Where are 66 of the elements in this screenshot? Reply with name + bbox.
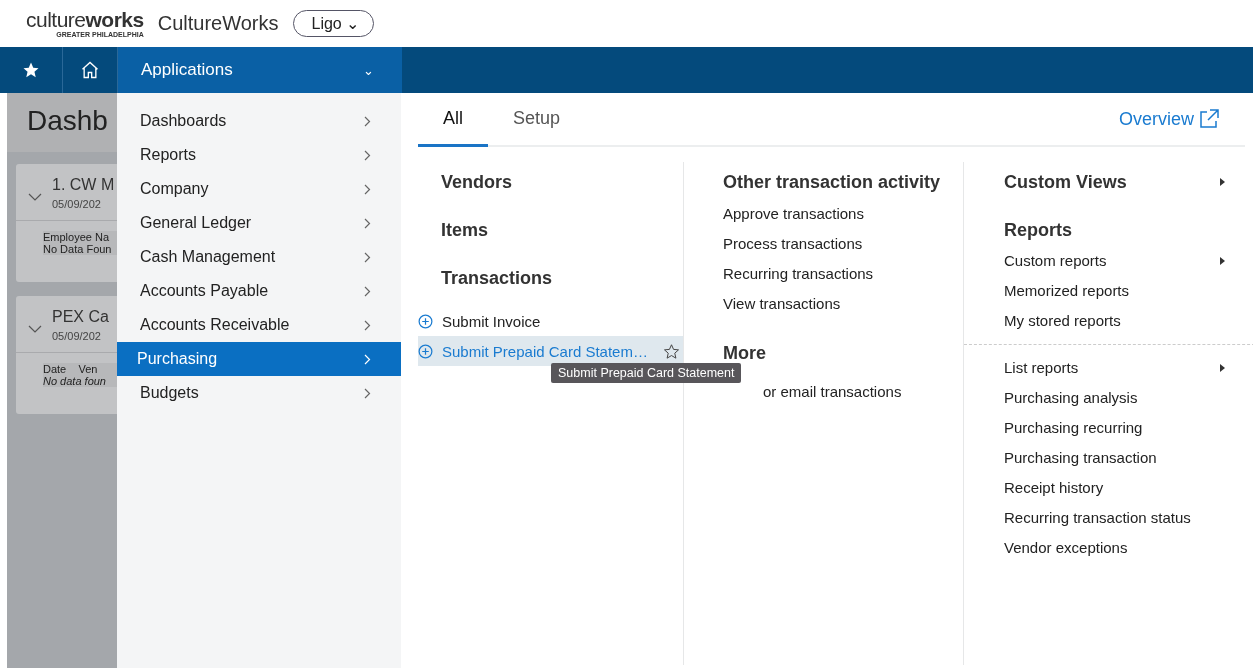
- menu-link[interactable]: Memorized reports: [1004, 280, 1245, 310]
- tab[interactable]: Setup: [488, 93, 586, 147]
- menu-link[interactable]: Approve transactions: [723, 203, 963, 233]
- section-heading: Items: [440, 219, 490, 242]
- menu-link[interactable]: or email transactions: [723, 381, 963, 411]
- add-circle-icon[interactable]: [418, 343, 433, 359]
- menu-item[interactable]: Reports: [117, 138, 401, 172]
- menu-item[interactable]: Accounts Payable: [117, 274, 401, 308]
- overview-link[interactable]: Overview: [1119, 108, 1245, 130]
- dashboard-title: Dashb: [7, 93, 117, 152]
- card-title: PEX Ca: [52, 308, 109, 326]
- star-icon: [22, 61, 40, 79]
- submenu-arrow-icon: [1220, 178, 1225, 186]
- applications-menu[interactable]: Applications ⌄: [118, 47, 402, 93]
- home-icon: [80, 60, 100, 80]
- menu-item[interactable]: Purchasing: [117, 342, 401, 376]
- chevron-right-icon: [364, 217, 371, 229]
- chevron-right-icon: [364, 149, 371, 161]
- menu-link[interactable]: Vendor exceptions: [1004, 537, 1245, 567]
- chevron-right-icon: [364, 183, 371, 195]
- menu-link[interactable]: Process transactions: [723, 233, 963, 263]
- menu-item[interactable]: Accounts Receivable: [117, 308, 401, 342]
- section-heading: Transactions: [440, 267, 554, 290]
- menu-link[interactable]: Recurring transactions: [723, 263, 963, 293]
- menu-item[interactable]: General Ledger: [117, 206, 401, 240]
- table-header: Employee Na: [43, 231, 111, 243]
- chevron-right-icon: [364, 285, 371, 297]
- menu-item[interactable]: Budgets: [117, 376, 401, 410]
- menu-link[interactable]: My stored reports: [1004, 310, 1245, 340]
- chevron-right-icon: [364, 319, 371, 331]
- logo-text: cultureworks: [26, 9, 144, 30]
- empty-message: No data foun: [43, 375, 107, 387]
- menu-link[interactable]: Recurring transaction status: [1004, 507, 1245, 537]
- chevron-right-icon: [364, 387, 371, 399]
- star-outline-icon[interactable]: [662, 342, 680, 360]
- card-date: 05/09/202: [52, 198, 102, 210]
- menu-item[interactable]: Dashboards: [117, 104, 401, 138]
- menu-link[interactable]: List reports: [1004, 357, 1245, 387]
- chevron-right-icon: [364, 115, 371, 127]
- section-heading: Other transaction activity: [723, 171, 942, 194]
- menu-item[interactable]: Cash Management: [117, 240, 401, 274]
- add-circle-icon[interactable]: [418, 313, 433, 329]
- entity-dropdown[interactable]: Ligo ⌄: [292, 10, 375, 37]
- tooltip: Submit Prepaid Card Statement: [551, 363, 742, 383]
- menu-link[interactable]: View transactions: [723, 293, 963, 323]
- chevron-right-icon: [364, 251, 371, 263]
- submenu-arrow-icon: [1220, 364, 1225, 372]
- external-link-icon: [1198, 108, 1220, 130]
- section-heading[interactable]: Custom Views: [1004, 162, 1245, 210]
- menu-link[interactable]: Purchasing analysis: [1004, 387, 1245, 417]
- company-name: CultureWorks: [157, 12, 279, 35]
- action-link[interactable]: Submit Invoice: [442, 312, 541, 330]
- table-header: Date Ven: [43, 363, 99, 375]
- section-heading: Reports: [1004, 219, 1073, 242]
- menu-link[interactable]: Purchasing transaction: [1004, 447, 1245, 477]
- menu-link[interactable]: Custom reports: [1004, 250, 1245, 280]
- card-title: 1. CW M: [52, 176, 115, 194]
- section-heading: Vendors: [440, 171, 514, 194]
- submenu-arrow-icon: [1220, 257, 1225, 265]
- empty-message: No Data Foun: [43, 243, 113, 255]
- menu-link[interactable]: Purchasing recurring: [1004, 417, 1245, 447]
- menu-item[interactable]: Company: [117, 172, 401, 206]
- chevron-right-icon: [364, 353, 371, 365]
- card-date: 05/09/202: [52, 330, 102, 342]
- menu-link[interactable]: Receipt history: [1004, 477, 1245, 507]
- tab[interactable]: All: [418, 93, 488, 147]
